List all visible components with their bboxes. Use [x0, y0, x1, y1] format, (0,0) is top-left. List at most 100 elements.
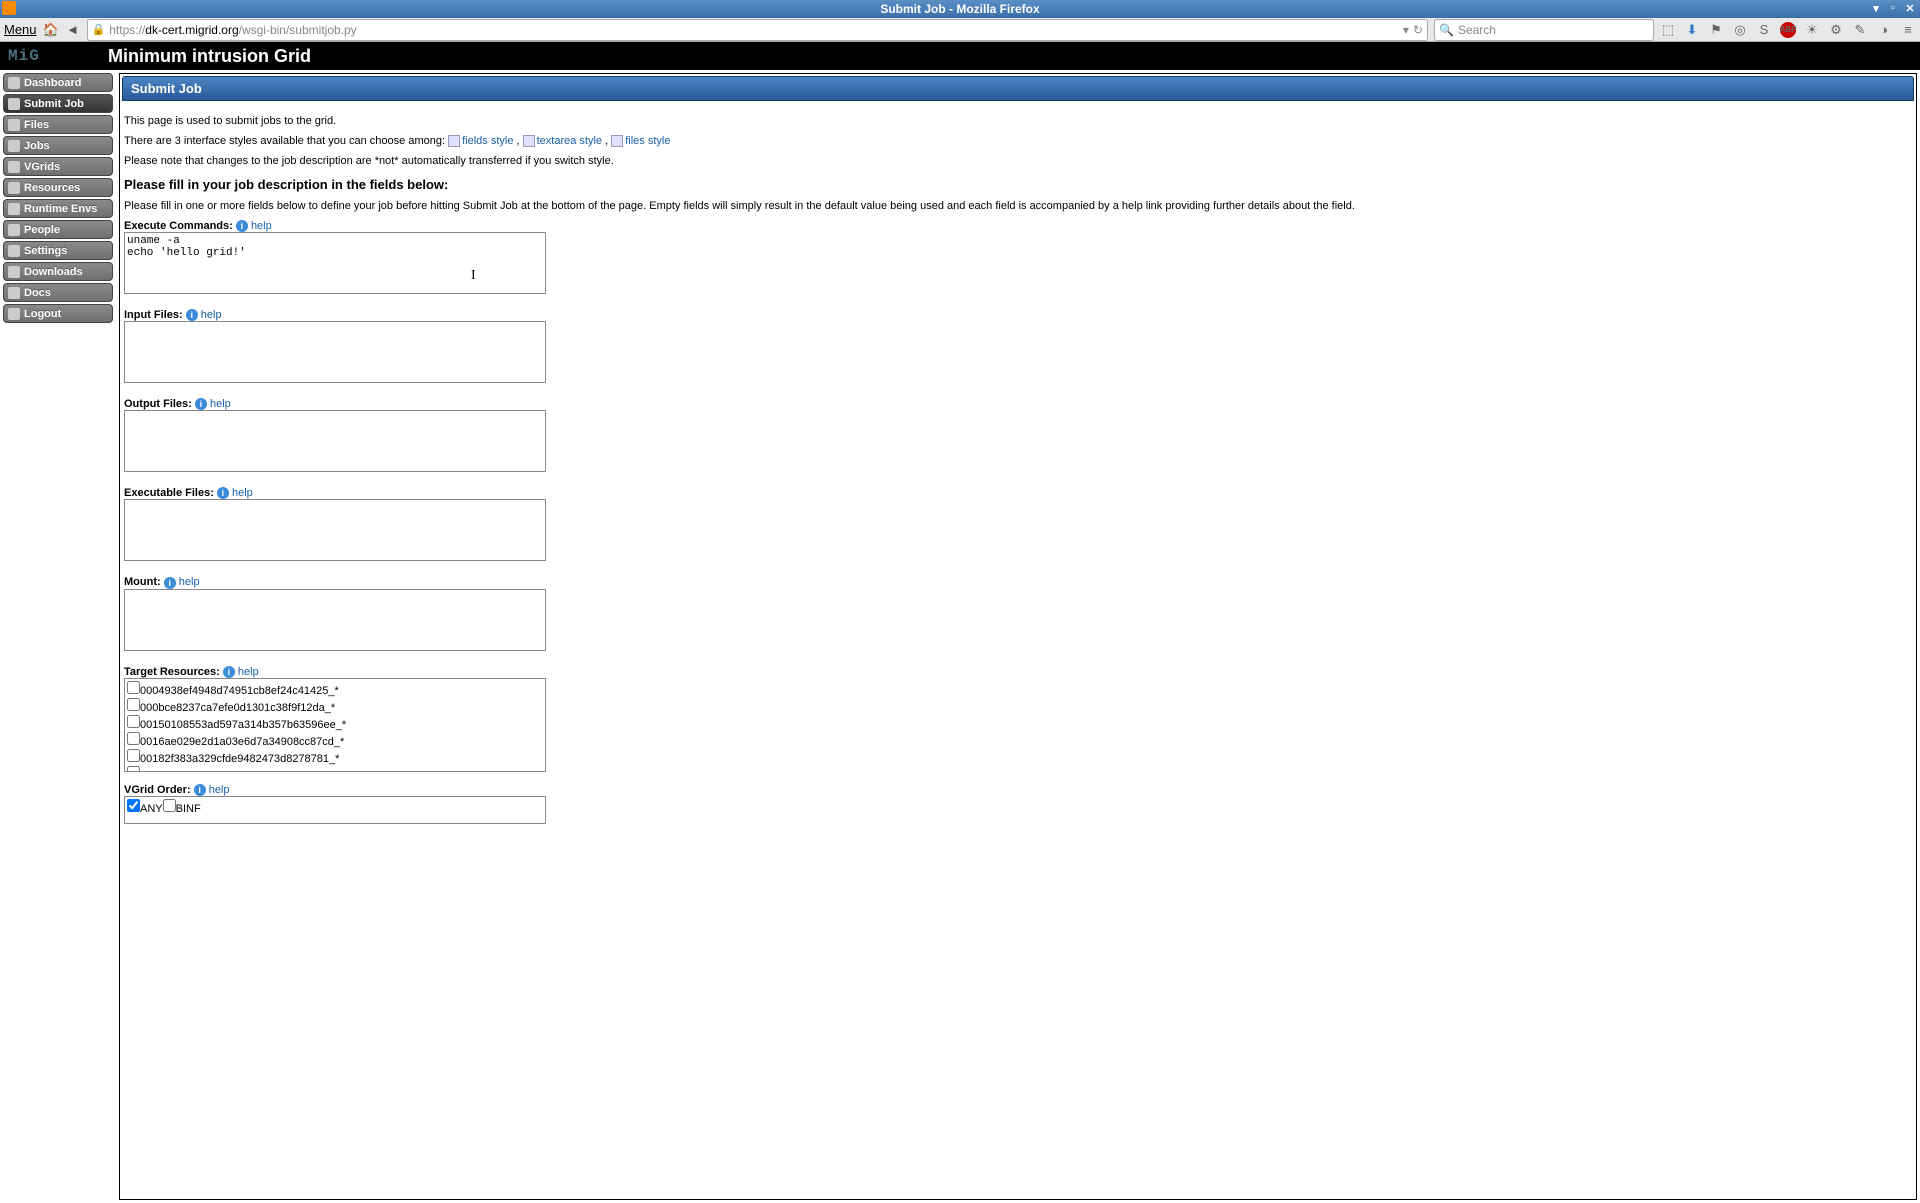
search-placeholder: Search — [1458, 23, 1496, 37]
sidebar-item-label: People — [24, 224, 60, 236]
vgrid-checkbox[interactable] — [163, 799, 176, 812]
resource-item[interactable]: 00150108553ad597a314b357b63596ee_* — [127, 715, 543, 732]
sidebar-item-docs[interactable]: Docs — [3, 283, 113, 302]
vgrid-order-list[interactable]: ANYBINF — [124, 796, 546, 824]
resource-checkbox[interactable] — [127, 732, 140, 745]
close-button[interactable]: ✕ — [1902, 0, 1918, 16]
reload-icon[interactable]: ↻ — [1413, 23, 1423, 37]
info-icon: i — [217, 487, 229, 499]
sidebar-item-label: Settings — [24, 245, 67, 257]
mount-textarea[interactable] — [124, 589, 546, 651]
sidebar-icon — [8, 140, 20, 152]
resource-checkbox[interactable] — [127, 749, 140, 762]
note-text: Please note that changes to the job desc… — [124, 155, 1912, 167]
input-help-link[interactable]: help — [201, 309, 222, 321]
search-bar[interactable]: 🔍 Search — [1434, 19, 1654, 41]
sidebar-item-label: Files — [24, 119, 49, 131]
input-textarea[interactable] — [124, 321, 546, 383]
resource-item[interactable]: 0016ae029e2d1a03e6d7a34908cc87cd_* — [127, 732, 543, 749]
info-icon: i — [186, 309, 198, 321]
browser-toolbar: Menu 🏠 ◄ 🔒 https://dk-cert.migrid.org/ws… — [0, 18, 1920, 42]
vgrid-item[interactable]: BINF — [163, 803, 201, 815]
resource-item[interactable]: 001e32bb681d7a6aa1488bbc9e98cbd9_* — [127, 766, 543, 772]
content-area: Submit Job This page is used to submit j… — [119, 73, 1917, 1200]
target-resources-list[interactable]: 0004938ef4948d74951cb8ef24c41425_*000bce… — [124, 678, 546, 772]
executable-help-link[interactable]: help — [232, 487, 253, 499]
sidebar-icon — [8, 182, 20, 194]
back-icon[interactable]: ◄ — [65, 22, 81, 38]
download-icon[interactable]: ⬇ — [1684, 22, 1700, 38]
output-label: Output Files: — [124, 398, 192, 410]
vgrid-checkbox[interactable] — [127, 799, 140, 812]
sidebar-icon — [8, 77, 20, 89]
input-label: Input Files: — [124, 309, 183, 321]
sidebar-item-label: VGrids — [24, 161, 60, 173]
sidebar-item-runtime-envs[interactable]: Runtime Envs — [3, 199, 113, 218]
sidebar-icon — [8, 98, 20, 110]
fields-style-link[interactable]: fields style — [462, 135, 513, 147]
resource-checkbox[interactable] — [127, 715, 140, 728]
sidebar-icon — [8, 287, 20, 299]
ext7-icon[interactable]: ◑ — [1876, 22, 1892, 38]
subheading: Please fill in your job description in t… — [124, 177, 1912, 192]
mount-help-link[interactable]: help — [179, 576, 200, 588]
info-icon: i — [194, 784, 206, 796]
resource-item[interactable]: 0004938ef4948d74951cb8ef24c41425_* — [127, 681, 543, 698]
target-help-link[interactable]: help — [238, 666, 259, 678]
resource-checkbox[interactable] — [127, 766, 140, 772]
minimize-button[interactable]: ▾ — [1868, 0, 1884, 16]
url-path: /wsgi-bin/submitjob.py — [239, 23, 357, 37]
dropdown-icon[interactable]: ▾ — [1403, 23, 1409, 37]
execute-textarea[interactable] — [124, 232, 546, 294]
instructions: Please fill in one or more fields below … — [124, 200, 1912, 212]
hamburger-icon[interactable]: ≡ — [1900, 22, 1916, 38]
sidebar-item-vgrids[interactable]: VGrids — [3, 157, 113, 176]
resource-item[interactable]: 00182f383a329cfde9482473d8278781_* — [127, 749, 543, 766]
vgrid-help-link[interactable]: help — [209, 784, 230, 796]
resource-checkbox[interactable] — [127, 681, 140, 694]
sidebar-icon — [8, 203, 20, 215]
output-textarea[interactable] — [124, 410, 546, 472]
sidebar-item-label: Docs — [24, 287, 51, 299]
ext1-icon[interactable]: ⚑ — [1708, 22, 1724, 38]
sidebar-icon — [8, 308, 20, 320]
vgrid-item[interactable]: ANY — [127, 803, 163, 815]
sidebar-item-files[interactable]: Files — [3, 115, 113, 134]
files-style-link[interactable]: files style — [625, 135, 670, 147]
pocket-icon[interactable]: ⬚ — [1660, 22, 1676, 38]
ext3-icon[interactable]: S — [1756, 22, 1772, 38]
sidebar-item-people[interactable]: People — [3, 220, 113, 239]
sidebar-item-settings[interactable]: Settings — [3, 241, 113, 260]
executable-textarea[interactable] — [124, 499, 546, 561]
sidebar-item-jobs[interactable]: Jobs — [3, 136, 113, 155]
sidebar-item-submit-job[interactable]: Submit Job — [3, 94, 113, 113]
textarea-style-link[interactable]: textarea style — [537, 135, 602, 147]
sidebar-item-label: Jobs — [24, 140, 50, 152]
sidebar-item-dashboard[interactable]: Dashboard — [3, 73, 113, 92]
home-icon[interactable]: 🏠 — [43, 22, 59, 38]
ext6-icon[interactable]: ✎ — [1852, 22, 1868, 38]
ext2-icon[interactable]: ◎ — [1732, 22, 1748, 38]
url-proto: https:// — [109, 23, 145, 37]
sidebar-icon — [8, 224, 20, 236]
styles-text: There are 3 interface styles available t… — [124, 135, 1912, 147]
menu-button[interactable]: Menu — [4, 22, 37, 37]
ext4-icon[interactable]: ☀ — [1804, 22, 1820, 38]
abp-icon[interactable]: ABP — [1780, 22, 1796, 38]
sidebar-item-downloads[interactable]: Downloads — [3, 262, 113, 281]
resource-checkbox[interactable] — [127, 698, 140, 711]
sidebar-item-label: Downloads — [24, 266, 83, 278]
maximize-button[interactable]: ▫ — [1885, 0, 1901, 16]
sidebar-item-logout[interactable]: Logout — [3, 304, 113, 323]
textarea-style-icon — [523, 135, 535, 147]
mount-label: Mount: — [124, 576, 161, 588]
url-bar[interactable]: 🔒 https://dk-cert.migrid.org/wsgi-bin/su… — [87, 19, 1428, 41]
sidebar-item-resources[interactable]: Resources — [3, 178, 113, 197]
firefox-icon — [2, 1, 16, 15]
ext5-icon[interactable]: ⚙ — [1828, 22, 1844, 38]
execute-help-link[interactable]: help — [251, 220, 272, 232]
sidebar-item-label: Resources — [24, 182, 80, 194]
output-help-link[interactable]: help — [210, 398, 231, 410]
resource-item[interactable]: 000bce8237ca7efe0d1301c38f9f12da_* — [127, 698, 543, 715]
executable-label: Executable Files: — [124, 487, 214, 499]
